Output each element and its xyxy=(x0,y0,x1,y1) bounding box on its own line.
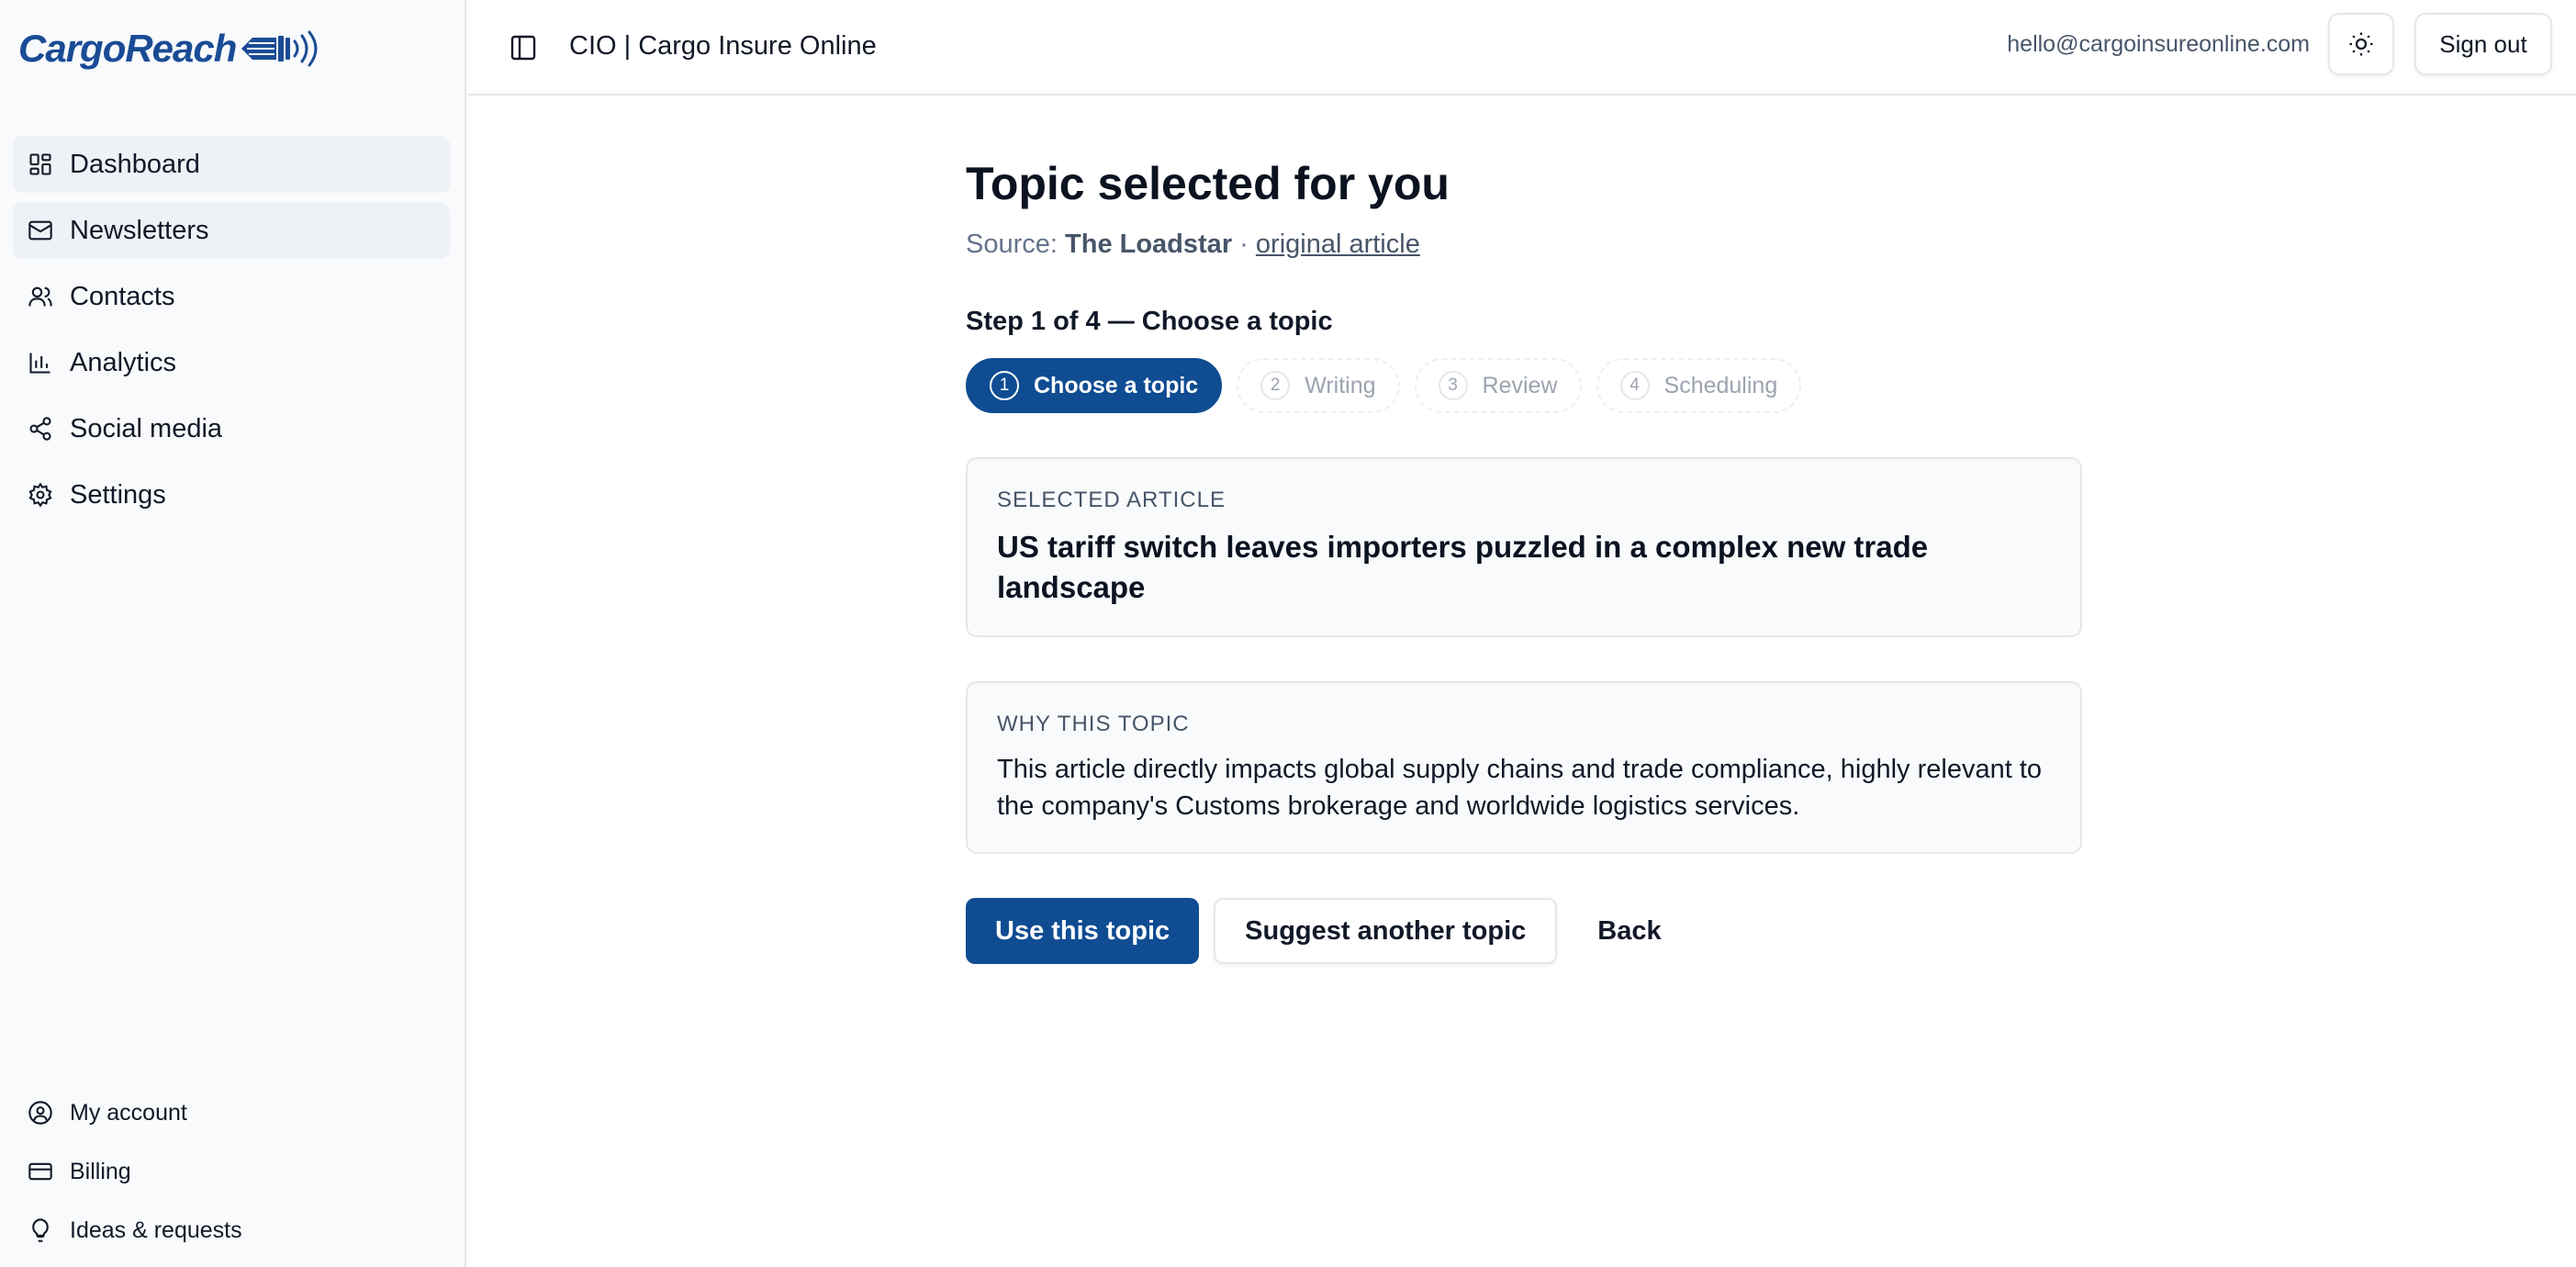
back-button[interactable]: Back xyxy=(1572,898,1686,964)
step-label: Scheduling xyxy=(1663,372,1778,398)
source-name: The Loadstar xyxy=(1065,230,1233,259)
app-title: CIO | Cargo Insure Online xyxy=(569,31,877,61)
why-this-topic-label: WHY THIS TOPIC xyxy=(997,712,1190,736)
step-label: Writing xyxy=(1305,372,1376,398)
sidebar-item-billing[interactable]: Billing xyxy=(13,1142,450,1201)
logo-text: CargoReach xyxy=(18,27,237,70)
sidebar: CargoReach Dashboard Newsletters Contact… xyxy=(0,0,466,1267)
step-writing[interactable]: 2 Writing xyxy=(1237,358,1400,413)
selected-article-card: SELECTED ARTICLE US tariff switch leaves… xyxy=(966,457,2082,637)
sidebar-toggle-button[interactable] xyxy=(503,28,543,68)
sidebar-item-label: My account xyxy=(70,1099,187,1126)
original-article-link[interactable]: original article xyxy=(1256,230,1420,259)
sidebar-item-label: Analytics xyxy=(70,347,177,377)
step-choose-topic[interactable]: 1 Choose a topic xyxy=(966,358,1223,413)
why-this-topic-card: WHY THIS TOPIC This article directly imp… xyxy=(966,681,2082,854)
page-title: Topic selected for you xyxy=(966,158,1450,209)
sidebar-nav: Dashboard Newsletters Contacts Analytics… xyxy=(13,136,450,533)
step-scheduling[interactable]: 4 Scheduling xyxy=(1596,358,1802,413)
sidebar-item-label: Dashboard xyxy=(70,149,200,179)
action-bar: Use this topic Suggest another topic Bac… xyxy=(966,898,2082,964)
users-icon xyxy=(26,282,55,311)
source-separator: · xyxy=(1239,230,1249,259)
sidebar-item-contacts[interactable]: Contacts xyxy=(13,268,450,325)
bar-chart-icon xyxy=(26,348,55,377)
theme-toggle-button[interactable] xyxy=(2328,13,2394,75)
sidebar-item-label: Newsletters xyxy=(70,215,209,245)
sidebar-item-label: Billing xyxy=(70,1158,131,1184)
use-this-topic-button[interactable]: Use this topic xyxy=(966,898,1200,964)
source-prefix: Source: xyxy=(966,230,1058,259)
mail-icon xyxy=(26,216,55,245)
selected-article-label: SELECTED ARTICLE xyxy=(997,488,1226,512)
step-number: 4 xyxy=(1619,371,1650,400)
sidebar-item-label: Social media xyxy=(70,413,223,443)
sign-out-button[interactable]: Sign out xyxy=(2414,13,2552,75)
lightbulb-icon xyxy=(26,1216,55,1245)
sidebar-item-ideas-requests[interactable]: Ideas & requests xyxy=(13,1201,450,1260)
sidebar-item-label: Settings xyxy=(70,479,166,510)
step-label: Choose a topic xyxy=(1034,372,1199,398)
step-number: 1 xyxy=(990,371,1019,400)
step-heading: Step 1 of 4 — Choose a topic xyxy=(966,307,1333,336)
suggest-another-topic-button[interactable]: Suggest another topic xyxy=(1214,898,1558,964)
main-content: Topic selected for you Source: The Loads… xyxy=(966,154,2082,964)
sidebar-item-newsletters[interactable]: Newsletters xyxy=(13,202,450,259)
step-review[interactable]: 3 Review xyxy=(1414,358,1582,413)
gear-icon xyxy=(26,480,55,510)
share-icon xyxy=(26,414,55,443)
step-label: Review xyxy=(1482,372,1558,398)
sidebar-item-label: Contacts xyxy=(70,281,175,311)
dashboard-icon xyxy=(26,150,55,179)
sidebar-item-dashboard[interactable]: Dashboard xyxy=(13,136,450,193)
step-number: 3 xyxy=(1438,371,1468,400)
sidebar-item-social-media[interactable]: Social media xyxy=(13,400,450,457)
user-email: hello@cargoinsureonline.com xyxy=(2007,31,2310,57)
user-circle-icon xyxy=(26,1098,55,1127)
credit-card-icon xyxy=(26,1157,55,1186)
sun-icon xyxy=(2349,32,2373,56)
step-number: 2 xyxy=(1260,371,1291,400)
sidebar-item-my-account[interactable]: My account xyxy=(13,1083,450,1142)
panel-left-icon xyxy=(510,35,536,61)
sidebar-item-label: Ideas & requests xyxy=(70,1217,242,1243)
sidebar-item-analytics[interactable]: Analytics xyxy=(13,334,450,391)
cargoreach-logo[interactable]: CargoReach xyxy=(18,24,322,73)
sidebar-bottom-nav: My account Billing Ideas & requests xyxy=(13,1083,450,1260)
logo-mark-icon xyxy=(241,30,318,67)
source-line: Source: The Loadstar · original article xyxy=(966,226,2082,263)
stepper: 1 Choose a topic 2 Writing 3 Review 4 Sc… xyxy=(966,358,2082,413)
why-this-topic-body: This article directly impacts global sup… xyxy=(997,755,2043,821)
selected-article-title: US tariff switch leaves importers puzzle… xyxy=(997,530,1929,604)
top-bar: CIO | Cargo Insure Online hello@cargoins… xyxy=(468,0,2576,95)
sidebar-item-settings[interactable]: Settings xyxy=(13,466,450,523)
